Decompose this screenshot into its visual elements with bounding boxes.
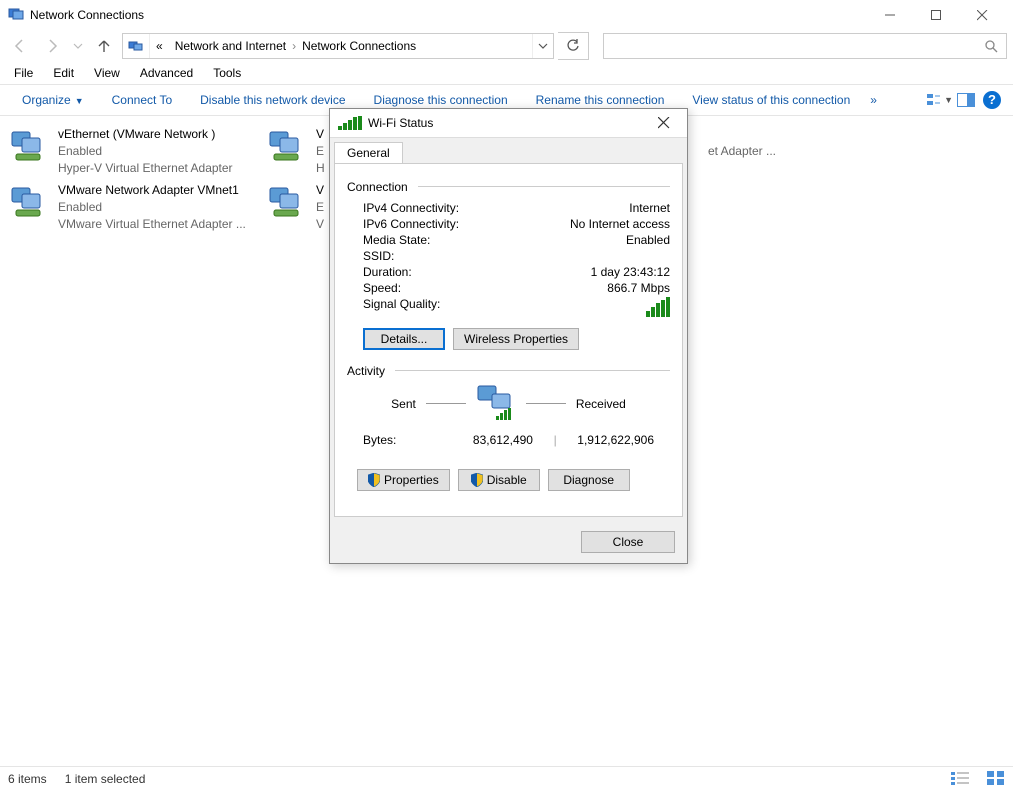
signal-label: Signal Quality: — [363, 297, 440, 317]
dialog-title: Wi-Fi Status — [368, 116, 433, 130]
menu-tools[interactable]: Tools — [203, 64, 251, 82]
ipv4-value: Internet — [629, 201, 670, 215]
wireless-properties-button[interactable]: Wireless Properties — [453, 328, 579, 350]
search-icon — [984, 39, 998, 53]
disable-button[interactable]: Disable — [458, 469, 540, 491]
location-icon — [123, 34, 150, 58]
received-label: Received — [576, 397, 626, 411]
up-button[interactable] — [90, 32, 118, 60]
group-activity-label: Activity — [347, 364, 385, 378]
forward-button[interactable] — [38, 32, 66, 60]
adapter-desc: VMware Virtual Ethernet Adapter ... — [58, 216, 246, 233]
details-button[interactable]: Details... — [363, 328, 445, 350]
navbar: « Network and Internet › Network Connect… — [0, 30, 1013, 62]
breadcrumb-2[interactable]: Network Connections — [296, 39, 422, 53]
ssid-label: SSID: — [363, 249, 394, 263]
view-options-button[interactable]: ▼ — [927, 88, 953, 112]
adapter-name: V — [316, 126, 325, 143]
dialog-close-button[interactable] — [649, 111, 679, 135]
menu-advanced[interactable]: Advanced — [130, 64, 203, 82]
media-value: Enabled — [626, 233, 670, 247]
preview-pane-button[interactable] — [953, 88, 979, 112]
breadcrumb-1[interactable]: Network and Internet — [169, 39, 292, 53]
diagnose-button[interactable]: Diagnose — [548, 469, 630, 491]
network-adapter-icon — [10, 126, 50, 166]
view-details-icon[interactable] — [951, 771, 969, 788]
sent-label: Sent — [391, 397, 416, 411]
refresh-button[interactable] — [558, 32, 589, 60]
adapter-item[interactable]: VMware Network Adapter VMnet1 Enabled VM… — [6, 180, 264, 236]
titlebar: Network Connections — [0, 0, 1013, 30]
duration-label: Duration: — [363, 265, 412, 279]
view-large-icon[interactable] — [987, 771, 1005, 788]
adapter-item[interactable]: vEthernet (VMware Network ) Enabled Hype… — [6, 124, 264, 180]
ipv4-label: IPv4 Connectivity: — [363, 201, 459, 215]
cmd-organize[interactable]: Organize▼ — [8, 89, 98, 111]
adapter-status: Enabled — [58, 143, 233, 160]
adapter-name: vEthernet (VMware Network ) — [58, 126, 233, 143]
adapter-desc: H — [316, 160, 325, 177]
network-adapter-icon — [268, 126, 308, 166]
menu-file[interactable]: File — [4, 64, 43, 82]
speed-label: Speed: — [363, 281, 401, 295]
adapter-desc: Hyper-V Virtual Ethernet Adapter — [58, 160, 233, 177]
back-button[interactable] — [6, 32, 34, 60]
app-icon — [8, 6, 24, 25]
address-bar[interactable]: « Network and Internet › Network Connect… — [122, 33, 554, 59]
tab-general[interactable]: General — [334, 142, 403, 163]
network-adapter-icon — [268, 182, 308, 222]
duration-value: 1 day 23:43:12 — [591, 265, 670, 279]
cmd-viewstatus[interactable]: View status of this connection — [678, 89, 864, 111]
close-button[interactable] — [959, 0, 1005, 30]
media-label: Media State: — [363, 233, 430, 247]
adapter-name — [708, 126, 776, 143]
adapter-desc: V — [316, 216, 324, 233]
speed-value: 866.7 Mbps — [607, 281, 670, 295]
activity-icon — [476, 384, 516, 423]
menubar: File Edit View Advanced Tools — [0, 62, 1013, 84]
bytes-label: Bytes: — [363, 433, 456, 447]
wifi-status-dialog: Wi-Fi Status General Connection IPv4 Con… — [329, 108, 688, 564]
network-adapter-icon — [10, 182, 50, 222]
window-title: Network Connections — [30, 8, 144, 22]
cmd-more[interactable]: » — [864, 89, 883, 111]
bytes-recv-value: 1,912,622,906 — [561, 433, 654, 447]
minimize-button[interactable] — [867, 0, 913, 30]
status-bar: 6 items 1 item selected — [0, 766, 1013, 791]
status-item-count: 6 items — [8, 772, 47, 786]
adapter-status: Enabled — [58, 199, 246, 216]
menu-edit[interactable]: Edit — [43, 64, 84, 82]
search-box[interactable] — [603, 33, 1007, 59]
cmd-connect[interactable]: Connect To — [98, 89, 187, 111]
bytes-sent-value: 83,612,490 — [456, 433, 549, 447]
adapter-desc: et Adapter ... — [708, 143, 776, 160]
tab-page-general: Connection IPv4 Connectivity: Internet IP… — [334, 163, 683, 517]
shield-icon — [368, 473, 380, 487]
help-button[interactable]: ? — [979, 88, 1005, 112]
wifi-icon — [338, 116, 362, 130]
adapter-name: V — [316, 182, 324, 199]
shield-icon — [471, 473, 483, 487]
ipv6-value: No Internet access — [570, 217, 670, 231]
recent-dropdown[interactable] — [70, 32, 86, 60]
menu-view[interactable]: View — [84, 64, 130, 82]
group-connection-label: Connection — [347, 180, 408, 194]
adapter-status: E — [316, 199, 324, 216]
status-selected-count: 1 item selected — [65, 772, 146, 786]
dialog-tabs: General — [330, 138, 687, 163]
properties-button[interactable]: Properties — [357, 469, 450, 491]
address-dropdown[interactable] — [532, 34, 553, 58]
breadcrumb-pre[interactable]: « — [150, 39, 169, 53]
ipv6-label: IPv6 Connectivity: — [363, 217, 459, 231]
close-dialog-button[interactable]: Close — [581, 531, 675, 553]
dialog-titlebar[interactable]: Wi-Fi Status — [330, 109, 687, 138]
signal-bars-icon — [646, 297, 670, 317]
maximize-button[interactable] — [913, 0, 959, 30]
adapter-name: VMware Network Adapter VMnet1 — [58, 182, 246, 199]
adapter-status: E — [316, 143, 325, 160]
